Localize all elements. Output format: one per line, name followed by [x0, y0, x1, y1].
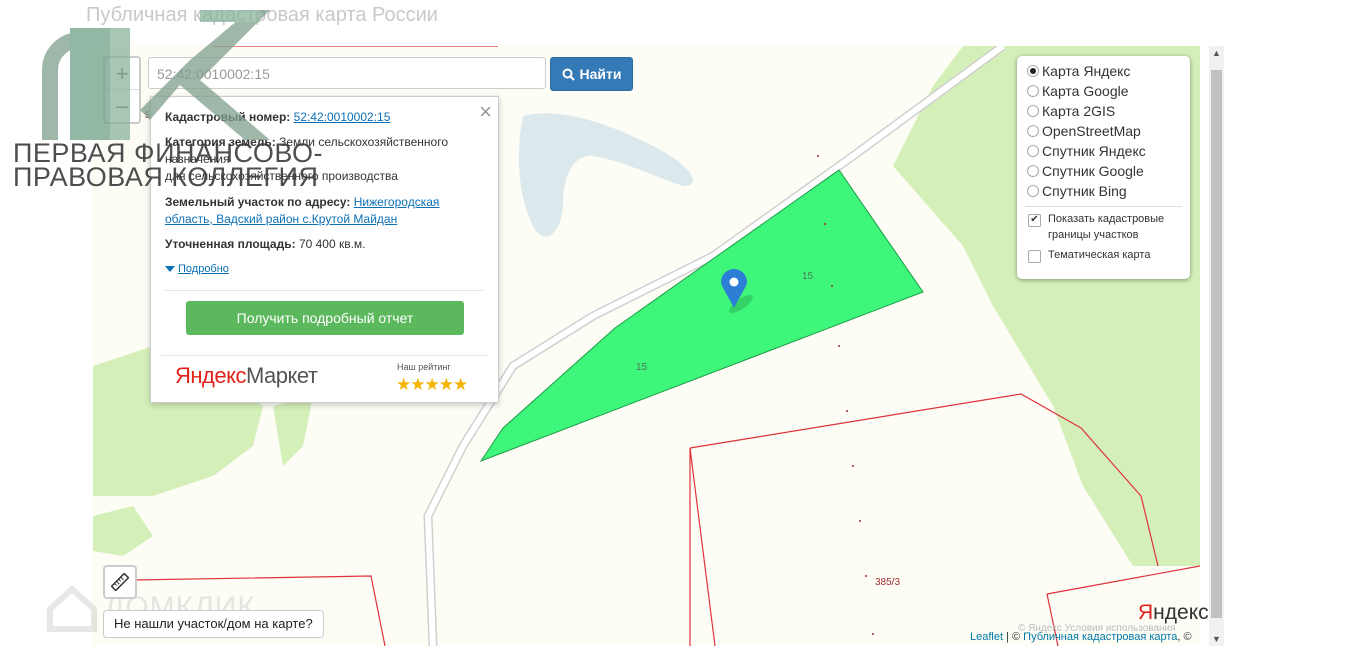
water-area	[518, 113, 693, 237]
address-row: Земельный участок по адресу: Нижегородск…	[165, 194, 465, 228]
parcel-label: 385/3	[875, 577, 901, 588]
address-label: Земельный участок по адресу:	[165, 195, 351, 209]
rating-stars: ★★★★★	[396, 375, 468, 394]
layer-label: Карта 2GIS	[1042, 103, 1116, 119]
layer-option[interactable]: Карта 2GIS	[1027, 101, 1115, 121]
yandex-terms: © Яндекс Условия использования	[1018, 623, 1176, 634]
area-value: 70 400 кв.м.	[298, 237, 366, 251]
cadastral-checkbox-label: Показать кадастровые границы участков	[1048, 213, 1165, 241]
forest-area	[273, 396, 313, 466]
leaflet-link[interactable]: Leaflet	[970, 631, 1003, 643]
address-link-2[interactable]: область, Вадский район с.Крутой Майдан	[165, 212, 397, 226]
more-label: Подробно	[178, 263, 229, 275]
thematic-checkbox-label: Тематическая карта	[1048, 249, 1151, 261]
search-icon	[562, 68, 575, 81]
radio-icon[interactable]	[1027, 85, 1039, 97]
layer-label: Спутник Google	[1042, 163, 1144, 179]
rating-label: Наш рейтинг	[397, 362, 451, 372]
layer-label: Спутник Bing	[1042, 183, 1127, 199]
radio-icon[interactable]	[1027, 65, 1039, 77]
parcel-label: 15	[802, 271, 814, 282]
house-icon	[47, 584, 97, 632]
company-logo: ПЕРВАЯ ФИНАНСОВО- ПРАВОВАЯ КОЛЛЕГИЯ	[10, 0, 323, 195]
divider	[165, 290, 484, 291]
layer-label: Карта Google	[1042, 83, 1129, 99]
ruler-button[interactable]	[103, 565, 137, 599]
radio-icon[interactable]	[1027, 145, 1039, 157]
layer-label: Спутник Яндекс	[1042, 143, 1146, 159]
more-link[interactable]: Подробно	[165, 263, 229, 275]
ruler-icon	[111, 573, 129, 591]
checkbox-checked-icon[interactable]: ✔	[1028, 214, 1041, 227]
scroll-down-icon[interactable]: ▼	[1209, 634, 1224, 644]
layer-switcher: Карта Яндекс Карта Google Карта 2GIS Ope…	[1017, 56, 1190, 279]
thematic-checkbox-row[interactable]: Тематическая карта	[1028, 247, 1150, 263]
layer-option[interactable]: OpenStreetMap	[1027, 121, 1141, 141]
boundary-line	[1046, 565, 1200, 595]
layer-option[interactable]: Спутник Яндекс	[1027, 141, 1146, 161]
checkbox-icon[interactable]	[1028, 250, 1041, 263]
yandex-logo: Яндекс	[1138, 601, 1209, 624]
market-word-text: Маркет	[245, 363, 318, 388]
layer-option[interactable]: Спутник Bing	[1027, 181, 1127, 201]
page-scrollbar[interactable]: ▲ ▼	[1209, 46, 1224, 646]
radio-icon[interactable]	[1027, 165, 1039, 177]
layer-label: Карта Яндекс	[1042, 63, 1131, 79]
parcel-label: 15	[636, 362, 648, 373]
address-link[interactable]: Нижегородская	[354, 195, 440, 209]
cadastral-checkbox-row[interactable]: ✔ Показать кадастровые границы участков	[1028, 211, 1164, 243]
scroll-thumb[interactable]	[1211, 70, 1222, 618]
logo-text: ПРАВОВАЯ КОЛЛЕГИЯ	[13, 162, 319, 192]
report-button[interactable]: Получить подробный отчет	[186, 301, 464, 335]
radio-icon[interactable]	[1027, 125, 1039, 137]
find-button-label: Найти	[579, 66, 622, 82]
not-found-button[interactable]: Не нашли участок/дом на карте?	[103, 610, 324, 638]
area-row: Уточненная площадь: 70 400 кв.м.	[165, 236, 465, 253]
radio-icon[interactable]	[1027, 105, 1039, 117]
divider	[1025, 206, 1182, 207]
find-button[interactable]: Найти	[550, 57, 633, 91]
cad-number-link[interactable]: 52:42:0010002:15	[294, 110, 391, 124]
area-label: Уточненная площадь:	[165, 237, 296, 251]
divider	[161, 355, 488, 356]
scroll-up-icon[interactable]: ▲	[1209, 48, 1224, 58]
market-yandex-text: Яндекс	[175, 363, 246, 388]
layer-option[interactable]: Карта Яндекс	[1027, 61, 1130, 81]
boundary-line	[689, 447, 716, 646]
layer-option[interactable]: Карта Google	[1027, 81, 1129, 101]
logo-mark	[42, 10, 270, 140]
close-icon[interactable]: ×	[479, 99, 492, 125]
yandex-market-logo[interactable]: ЯндексМаркет	[175, 363, 318, 389]
radio-icon[interactable]	[1027, 185, 1039, 197]
expand-icon	[165, 266, 175, 272]
layer-label: OpenStreetMap	[1042, 123, 1141, 139]
forest-area	[93, 506, 153, 556]
layer-option[interactable]: Спутник Google	[1027, 161, 1144, 181]
